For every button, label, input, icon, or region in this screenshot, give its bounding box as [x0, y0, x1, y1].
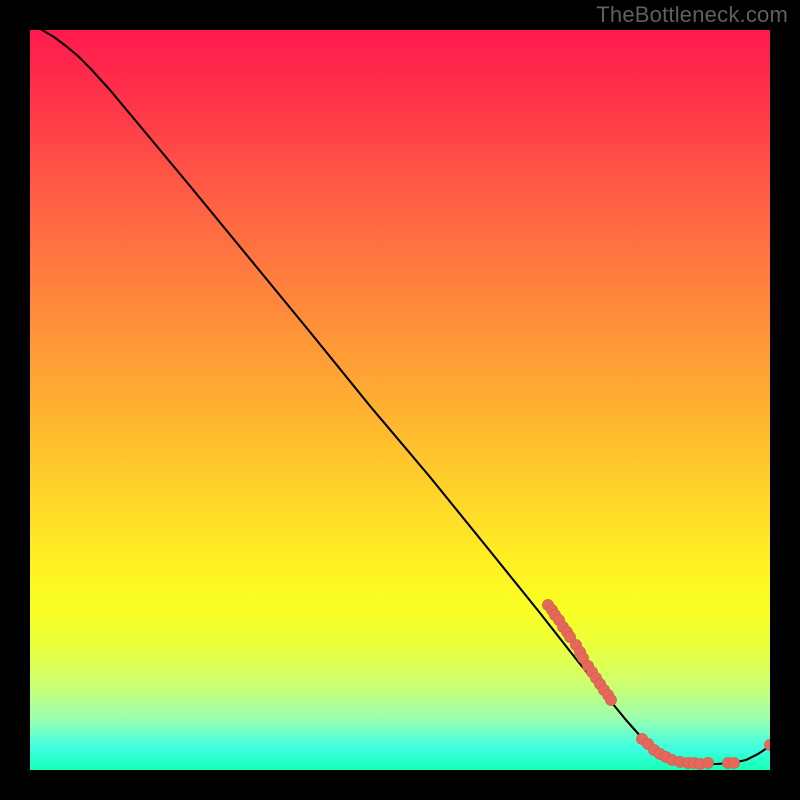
data-point — [605, 694, 616, 705]
watermark: TheBottleneck.com — [596, 2, 788, 28]
chart-frame: TheBottleneck.com — [0, 0, 800, 800]
data-dots — [542, 599, 770, 769]
bottleneck-curve — [42, 30, 770, 764]
plot-area — [30, 30, 770, 770]
data-point — [728, 757, 739, 768]
chart-svg — [30, 30, 770, 770]
data-point — [702, 757, 713, 768]
